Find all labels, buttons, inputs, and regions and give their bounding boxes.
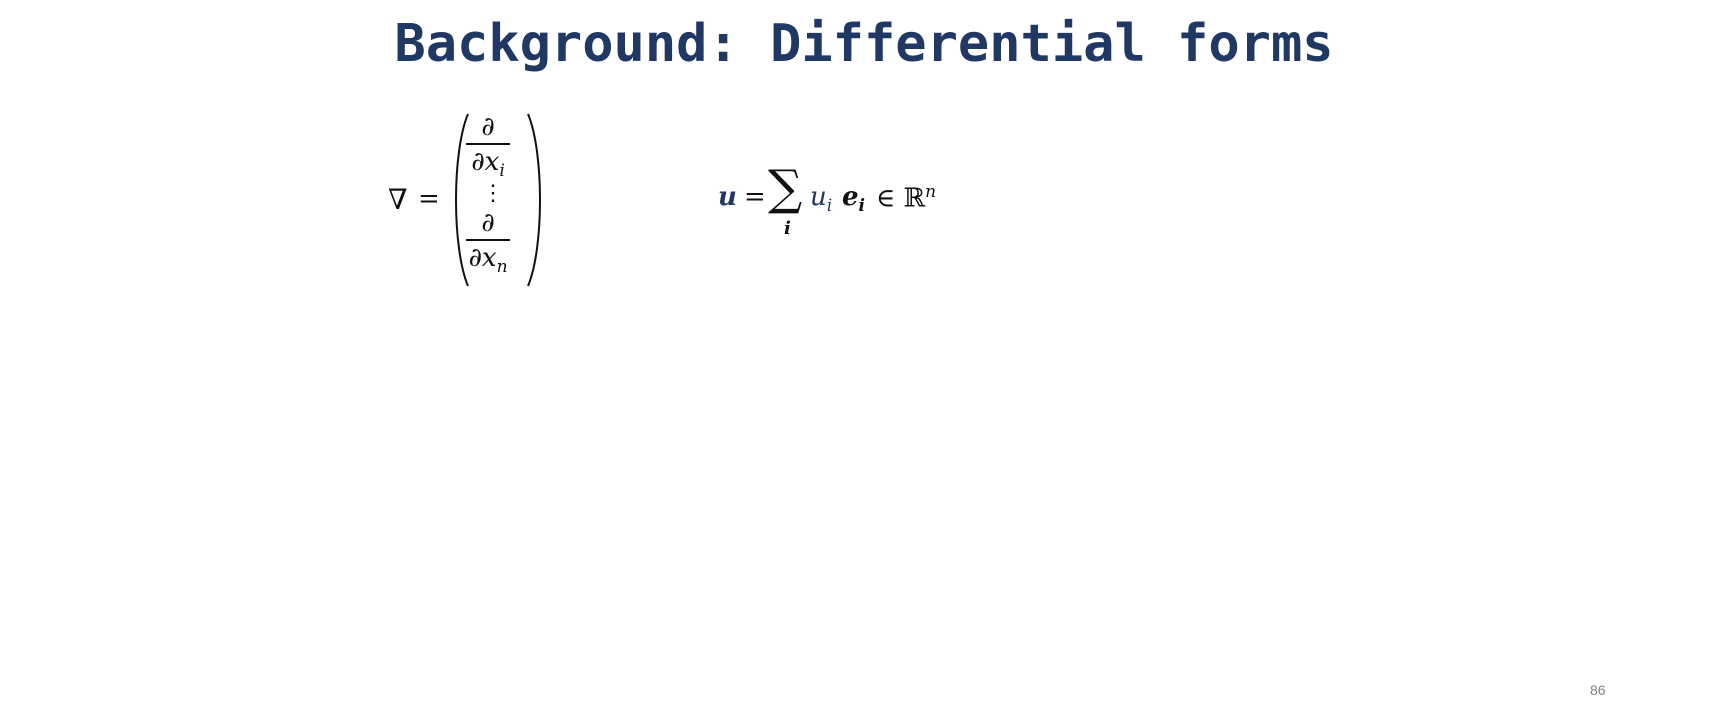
right-parenthesis: [526, 112, 546, 288]
element-of-reals: ∈ ℝn: [876, 182, 937, 214]
page-number: 86: [1590, 682, 1606, 698]
fraction-bar: [466, 143, 510, 145]
summation-symbol: ∑: [768, 160, 803, 216]
summation-index: i: [784, 218, 791, 239]
slide-title: Background: Differential forms: [394, 14, 1334, 74]
vertical-ellipsis: ⋮: [482, 181, 504, 206]
component-u-i: ui: [810, 182, 833, 217]
partial-numerator: ∂: [481, 112, 495, 142]
nabla-equals-sign: =: [418, 184, 440, 214]
partial-numerator: ∂: [481, 208, 495, 238]
basis-e-i: ei: [842, 182, 866, 217]
fraction-bar: [466, 239, 510, 241]
partial-fraction-first: ∂ ∂xi: [466, 112, 510, 186]
partial-denominator: ∂xn: [468, 243, 508, 278]
nabla-symbol: ∇: [388, 183, 408, 216]
vector-equals-sign: =: [744, 182, 766, 212]
vector-definition: u = ∑ i ui ei ∈ ℝn: [718, 160, 938, 250]
vector-u: u: [718, 182, 737, 212]
nabla-definition: ∇ = ∂ ∂xi ⋮ ∂ ∂xn: [388, 112, 548, 288]
partial-fraction-last: ∂ ∂xn: [466, 208, 510, 282]
